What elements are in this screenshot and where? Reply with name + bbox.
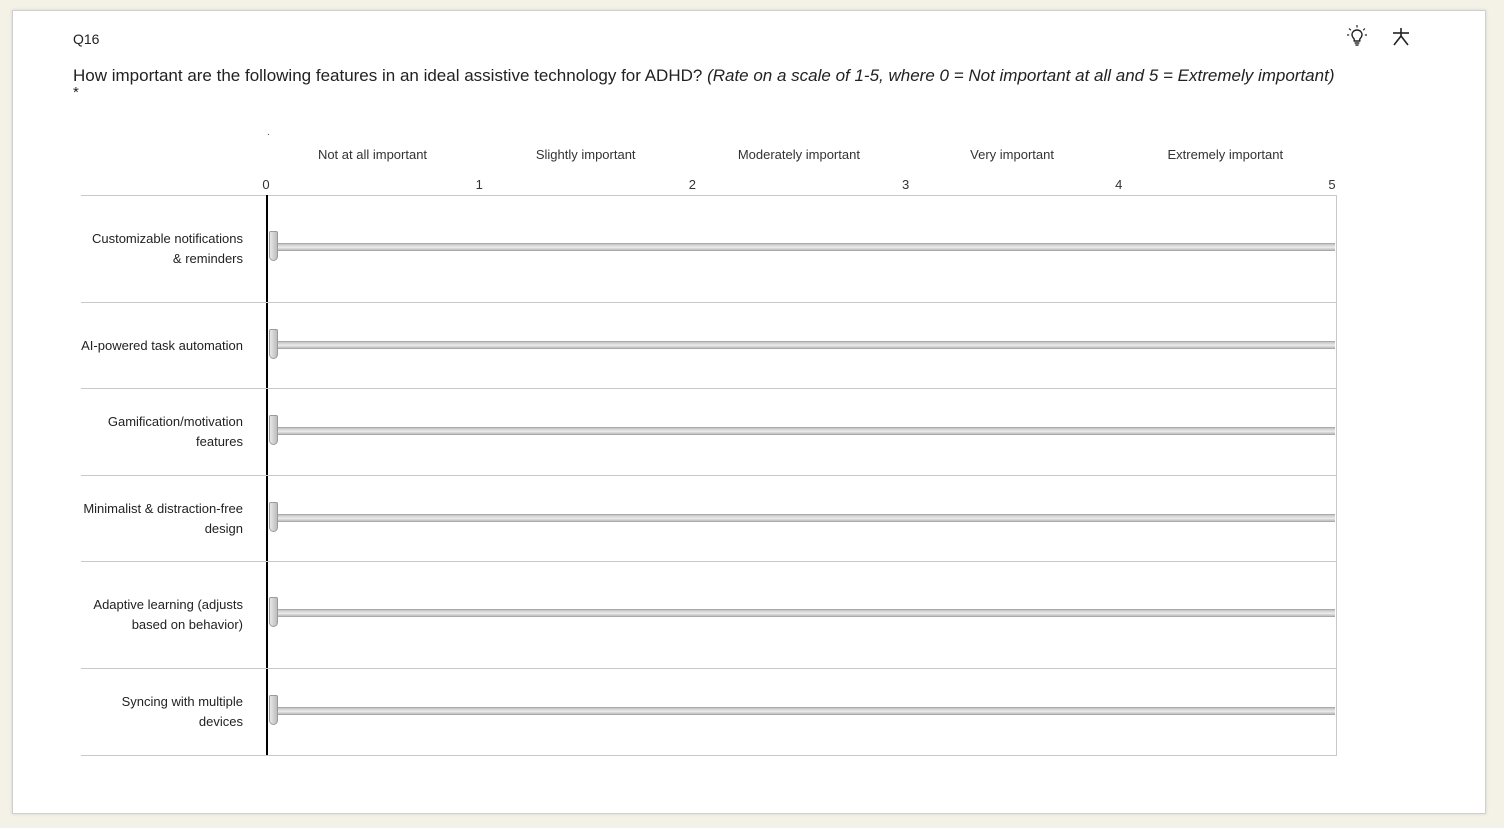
scale-labels: Not at all important Slightly important Mo…	[13, 147, 1485, 167]
scale-tick: 1	[475, 177, 483, 192]
scale-label: Slightly important	[535, 147, 636, 162]
scale-tick: 0	[262, 177, 270, 192]
slider-matrix: Customizable notifications & reminders AI…	[81, 195, 1337, 756]
statement-row: Adaptive learning (adjusts based on beha…	[81, 562, 1337, 669]
question-instruction: (Rate on a scale of 1-5, where 0 = Not i…	[707, 66, 1335, 85]
required-marker: *	[73, 84, 79, 101]
slider-handle[interactable]	[269, 597, 278, 627]
scale-tick: 2	[688, 177, 697, 192]
scale-tick: 3	[901, 177, 910, 192]
question-number: Q16	[73, 31, 100, 47]
lightbulb-icon[interactable]	[1345, 23, 1369, 49]
statement-label: Minimalist & distraction-free design	[83, 500, 243, 536]
scale-tick: 5	[1328, 177, 1336, 192]
statement-row: AI-powered task automation	[81, 303, 1337, 389]
question-prompt: How important are the following features…	[73, 66, 703, 85]
question-card: Q16 How important are the following feat…	[12, 10, 1486, 814]
scale-label: Moderately important	[737, 147, 860, 162]
slider-handle[interactable]	[269, 329, 278, 359]
slider-track[interactable]	[271, 514, 1335, 522]
slider-track[interactable]	[271, 707, 1335, 715]
dot-marker: .	[267, 127, 270, 138]
question-tools	[1345, 23, 1413, 49]
slider-track[interactable]	[271, 243, 1335, 251]
scale-label: Extremely important	[1167, 147, 1284, 162]
statement-label: Syncing with multiple devices	[121, 694, 243, 729]
statement-label: Customizable notifications & reminders	[91, 231, 243, 266]
scale-label: Very important	[970, 147, 1054, 162]
statement-row: Gamification/motivation features	[81, 389, 1337, 476]
statement-label: Adaptive learning (adjusts based on beha…	[93, 597, 243, 632]
slider-track[interactable]	[271, 341, 1335, 349]
scale-label: Not at all important	[317, 147, 428, 162]
question-text: How important are the following features…	[73, 65, 1453, 101]
statement-row: Customizable notifications & reminders	[81, 196, 1337, 303]
asterisk-icon[interactable]	[1389, 23, 1413, 49]
slider-handle[interactable]	[269, 415, 278, 445]
statement-row: Syncing with multiple devices	[81, 669, 1337, 756]
scale-ticks: 0 1 2 3 4 5	[13, 177, 1485, 195]
slider-handle[interactable]	[269, 231, 278, 261]
statement-row: Minimalist & distraction-free design	[81, 476, 1337, 562]
scale-tick: 4	[1115, 177, 1123, 192]
slider-handle[interactable]	[269, 695, 278, 725]
slider-track[interactable]	[271, 609, 1335, 617]
statement-label: Gamification/motivation features	[107, 414, 243, 449]
statement-label: AI-powered task automation	[81, 337, 243, 353]
slider-track[interactable]	[271, 427, 1335, 435]
slider-handle[interactable]	[269, 502, 278, 532]
